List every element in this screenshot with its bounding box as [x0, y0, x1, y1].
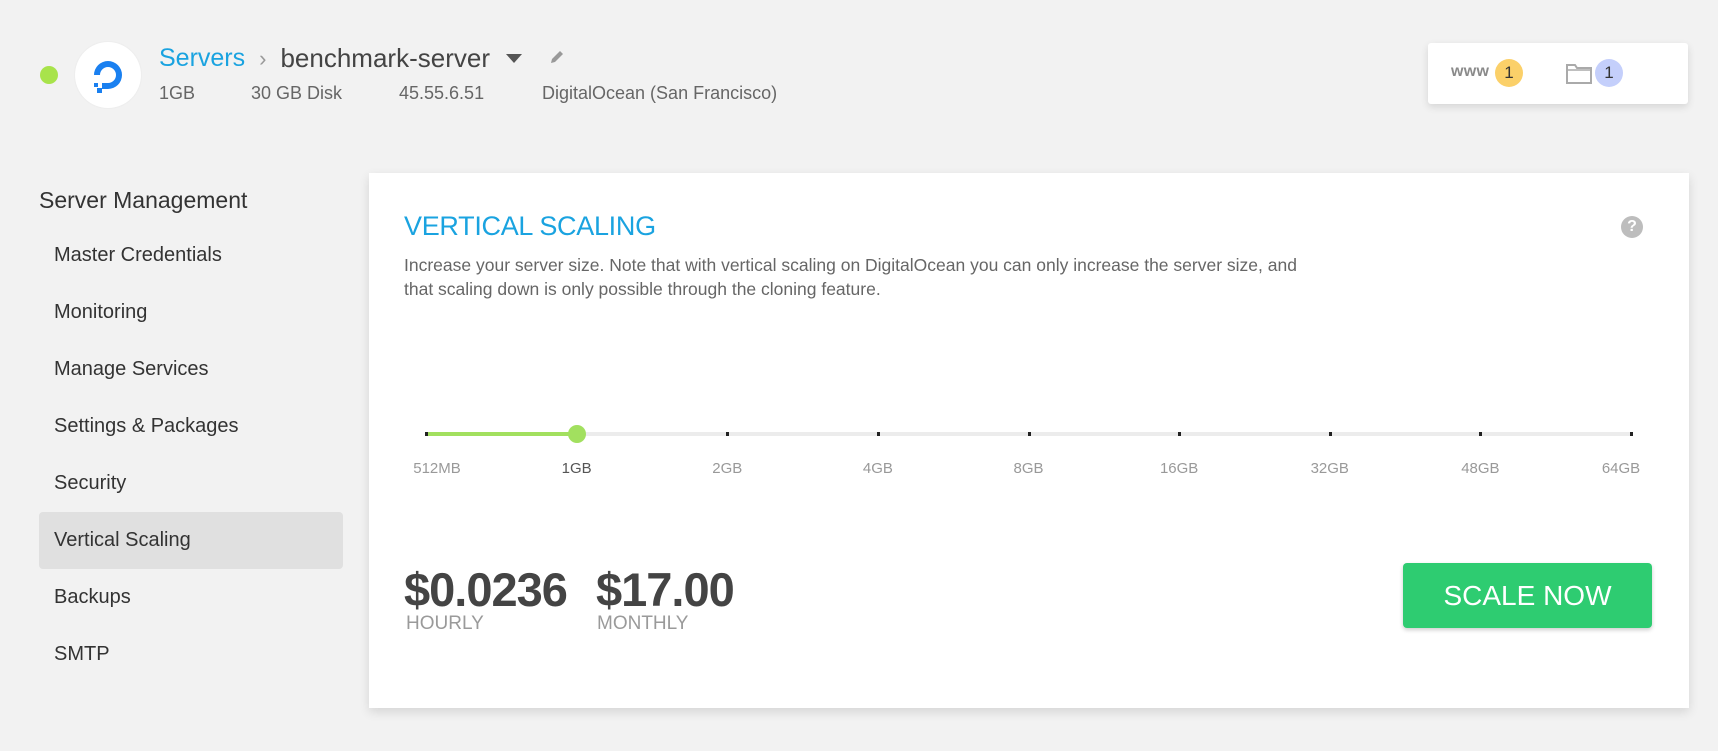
section-description: Increase your server size. Note that wit…: [404, 255, 1297, 299]
hourly-label: HOURLY: [406, 613, 484, 634]
pencil-icon[interactable]: [548, 44, 566, 73]
section-title: VERTICAL SCALING: [404, 211, 656, 241]
size-slider-thumb[interactable]: [567, 425, 586, 443]
server-provider: DigitalOcean (San Francisco): [542, 83, 778, 103]
digitalocean-logo-icon: [75, 42, 141, 108]
slider-tick[interactable]: [1328, 432, 1332, 436]
slider-label[interactable]: 32GB: [1311, 460, 1349, 477]
sidebar-item-label: Security: [54, 472, 127, 494]
breadcrumb-servers-link[interactable]: Servers: [159, 44, 245, 73]
counters-card: www 1 1: [1428, 43, 1688, 104]
slider-tick[interactable]: [876, 432, 880, 436]
slider-label[interactable]: 64GB: [1602, 460, 1640, 477]
breadcrumb: Servers › benchmark-server: [159, 43, 566, 74]
server-disk: 30 GB Disk: [251, 83, 343, 103]
caret-down-icon[interactable]: [505, 54, 522, 63]
chevron-right-icon: ›: [259, 45, 267, 71]
size-slider-fill: [426, 432, 577, 436]
folder-icon[interactable]: [1565, 61, 1593, 90]
sidebar-item-label: SMTP: [54, 643, 110, 665]
sidebar-item-monitoring[interactable]: Monitoring: [39, 284, 343, 341]
vertical-scaling-card: VERTICAL SCALING ? Increase your server …: [369, 173, 1689, 708]
sidebar-title: Server Management: [39, 187, 248, 213]
slider-label[interactable]: 512MB: [413, 460, 461, 477]
sidebar-item-manage-services[interactable]: Manage Services: [39, 341, 343, 398]
server-status-dot: [40, 66, 58, 84]
server-name: benchmark-server: [280, 43, 490, 73]
help-icon[interactable]: ?: [1621, 216, 1643, 238]
sidebar-item-label: Manage Services: [54, 358, 209, 380]
folder-count-badge: 1: [1595, 59, 1623, 87]
sidebar-item-smtp[interactable]: SMTP: [39, 626, 343, 683]
server-ip: 45.55.6.51: [399, 83, 485, 103]
slider-tick[interactable]: [1630, 432, 1633, 436]
sidebar-item-master-credentials[interactable]: Master Credentials: [39, 227, 343, 284]
monthly-price: $17.00: [596, 563, 735, 616]
slider-label[interactable]: 2GB: [712, 460, 742, 477]
sidebar-item-vertical-scaling[interactable]: Vertical Scaling: [39, 512, 343, 569]
slider-tick[interactable]: [1027, 432, 1031, 436]
sidebar-item-security[interactable]: Security: [39, 455, 343, 512]
hourly-price: $0.0236: [404, 563, 568, 616]
server-ram: 1GB: [159, 83, 196, 103]
sidebar-item-label: Master Credentials: [54, 244, 222, 266]
slider-label[interactable]: 4GB: [863, 460, 893, 477]
slider-tick[interactable]: [425, 432, 428, 436]
slider-tick[interactable]: [726, 432, 730, 436]
slider-label[interactable]: 48GB: [1461, 460, 1499, 477]
sidebar-item-label: Monitoring: [54, 301, 148, 323]
slider-label[interactable]: 1GB: [562, 460, 592, 477]
sidebar-item-label: Vertical Scaling: [54, 529, 191, 551]
scale-now-button[interactable]: SCALE NOW: [1403, 563, 1652, 628]
sidebar-item-settings-packages[interactable]: Settings & Packages: [39, 398, 343, 455]
monthly-label: MONTHLY: [597, 613, 689, 634]
slider-label[interactable]: 8GB: [1013, 460, 1043, 477]
slider-tick[interactable]: [1178, 432, 1182, 436]
slider-label[interactable]: 16GB: [1160, 460, 1198, 477]
www-count-badge: 1: [1495, 59, 1523, 87]
slider-tick[interactable]: [1479, 432, 1483, 436]
sidebar-item-backups[interactable]: Backups: [39, 569, 343, 626]
www-icon[interactable]: www: [1451, 63, 1489, 81]
sidebar-item-label: Settings & Packages: [54, 415, 239, 437]
sidebar-item-label: Backups: [54, 586, 131, 608]
